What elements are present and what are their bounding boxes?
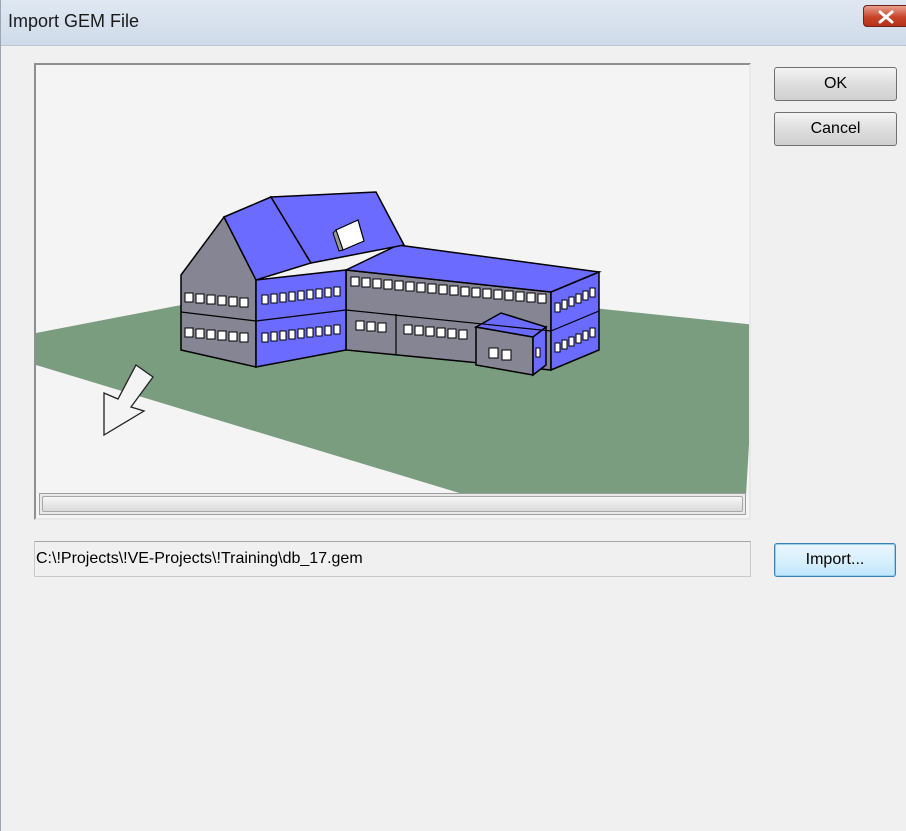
- title-bar[interactable]: Import GEM File: [1, 0, 906, 46]
- window-title: Import GEM File: [8, 11, 140, 31]
- import-button[interactable]: Import...: [774, 543, 896, 577]
- import-gem-dialog: Import GEM File OK Cancel C:\!Projects\!…: [0, 0, 906, 831]
- ok-button[interactable]: OK: [774, 67, 897, 101]
- close-icon: [878, 10, 894, 24]
- file-path-field: C:\!Projects\!VE-Projects\!Training\db_1…: [34, 541, 751, 577]
- building-3d-model: [36, 191, 749, 495]
- scrollbar-thumb[interactable]: [42, 496, 743, 512]
- main-long-wall: [255, 269, 347, 368]
- close-button[interactable]: [863, 5, 906, 27]
- model-preview[interactable]: [34, 63, 751, 520]
- horizontal-scrollbar[interactable]: [39, 493, 746, 515]
- cancel-button[interactable]: Cancel: [774, 112, 897, 146]
